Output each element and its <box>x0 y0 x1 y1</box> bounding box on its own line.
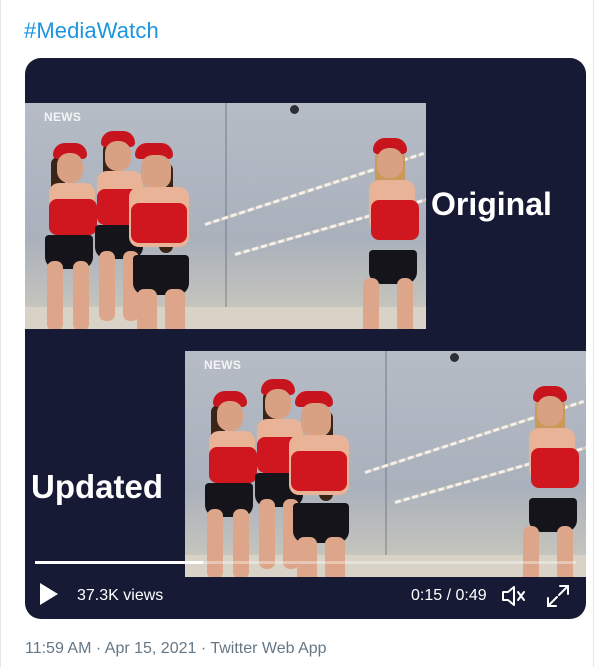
video-controls: 37.3K views 0:15 / 0:49 <box>25 578 586 614</box>
hashtag-link[interactable]: #MediaWatch <box>24 18 159 44</box>
meta-separator: · <box>91 640 105 657</box>
meta-separator: · <box>196 640 211 657</box>
video-player[interactable]: NEWS NEWS Original Updated 37.3K views 0… <box>25 58 586 619</box>
volume-icon[interactable] <box>499 582 527 610</box>
progress-fill <box>35 561 203 564</box>
tweet-border-left <box>0 0 1 667</box>
porthole <box>450 353 459 362</box>
view-count: 37.3K views <box>77 587 164 604</box>
video-frame-original: NEWS <box>25 103 426 329</box>
news-watermark: NEWS <box>204 358 242 372</box>
video-frame-updated: NEWS <box>185 351 586 577</box>
caption-updated: Updated <box>31 468 163 505</box>
play-icon[interactable] <box>40 583 58 605</box>
caption-original: Original <box>431 186 552 222</box>
time-display: 0:15 / 0:49 <box>411 587 487 604</box>
fullscreen-icon[interactable] <box>545 583 571 609</box>
tweet-border-right <box>593 0 594 667</box>
tweet-source[interactable]: Twitter Web App <box>210 640 326 657</box>
tweet-meta: 11:59 AM · Apr 15, 2021 · Twitter Web Ap… <box>25 640 327 658</box>
porthole <box>290 105 299 114</box>
tweet-date[interactable]: Apr 15, 2021 <box>105 640 197 657</box>
tweet-time[interactable]: 11:59 AM <box>25 640 91 657</box>
news-watermark: NEWS <box>44 110 82 124</box>
progress-bar[interactable] <box>35 561 576 564</box>
